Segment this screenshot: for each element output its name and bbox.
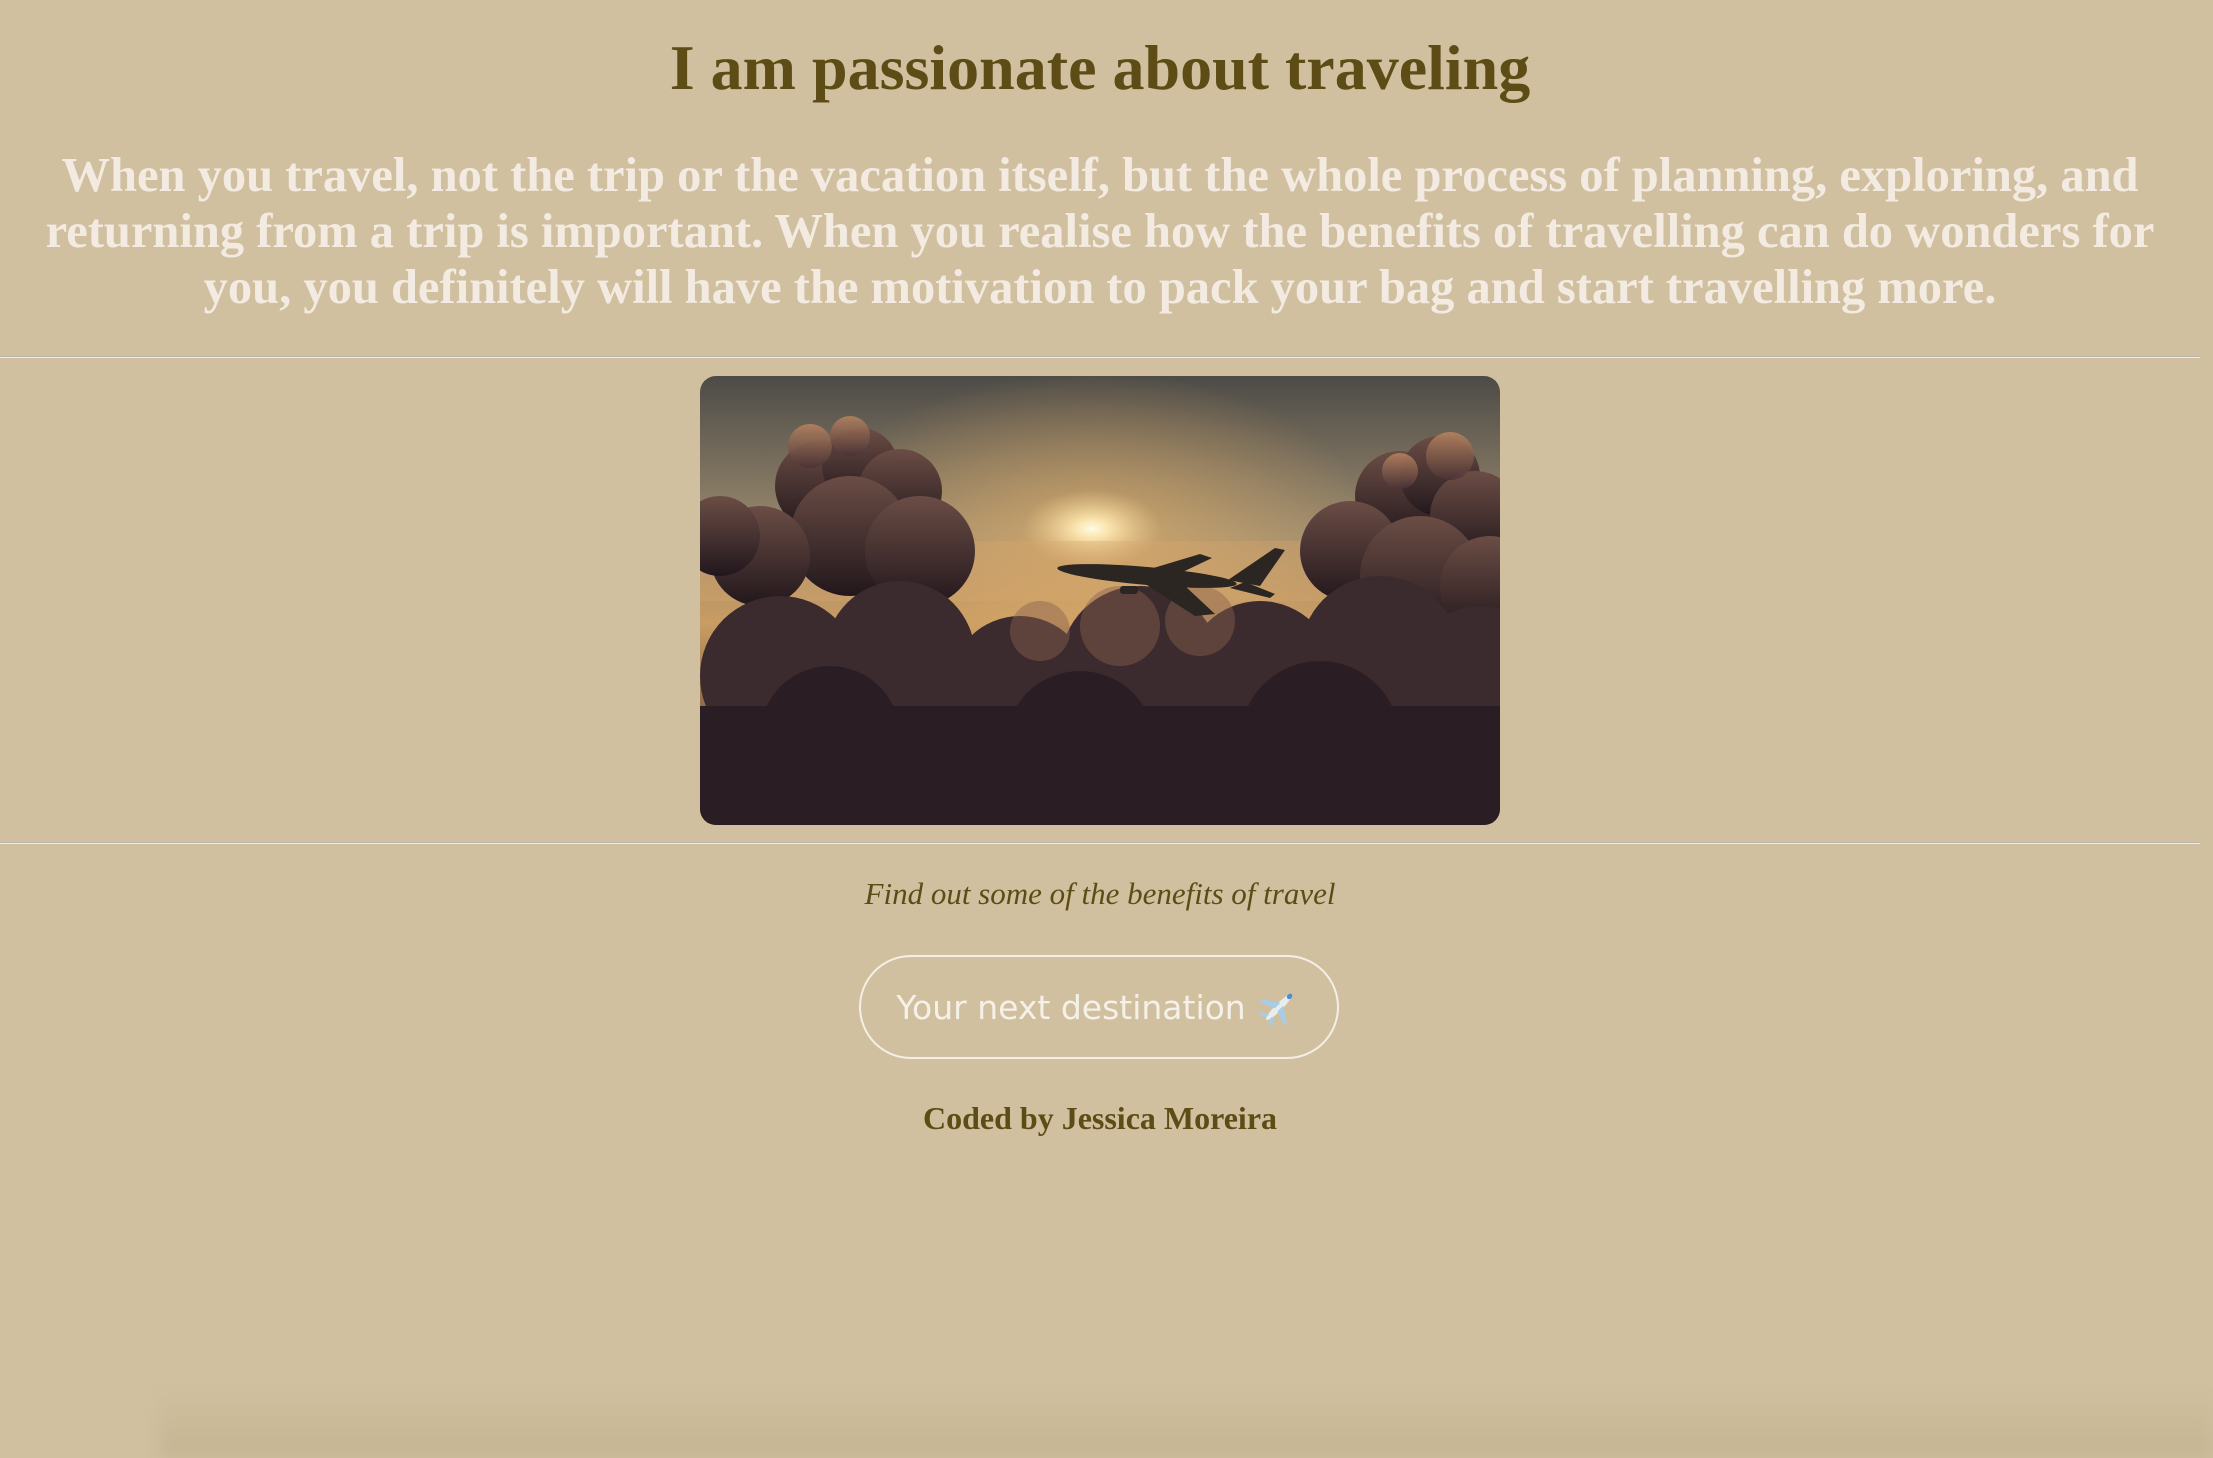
bottom-divider	[0, 842, 2200, 844]
intro-paragraph: When you travel, not the trip or the vac…	[45, 149, 2155, 314]
top-divider	[0, 356, 2200, 358]
benefits-caption: Find out some of the benefits of travel	[864, 876, 1336, 911]
page-title: I am passionate about traveling	[669, 32, 1531, 103]
airplane-icon	[1256, 984, 1302, 1030]
page: I am passionate about traveling When you…	[0, 0, 2200, 1458]
next-destination-label: Your next destination	[896, 987, 1246, 1027]
bottom-shadow	[160, 1388, 2213, 1458]
author-credit: Coded by Jessica Moreira	[922, 1100, 1278, 1136]
hero-image-airplane-above-clouds	[700, 376, 1500, 825]
next-destination-button[interactable]: Your next destination	[859, 955, 1339, 1059]
